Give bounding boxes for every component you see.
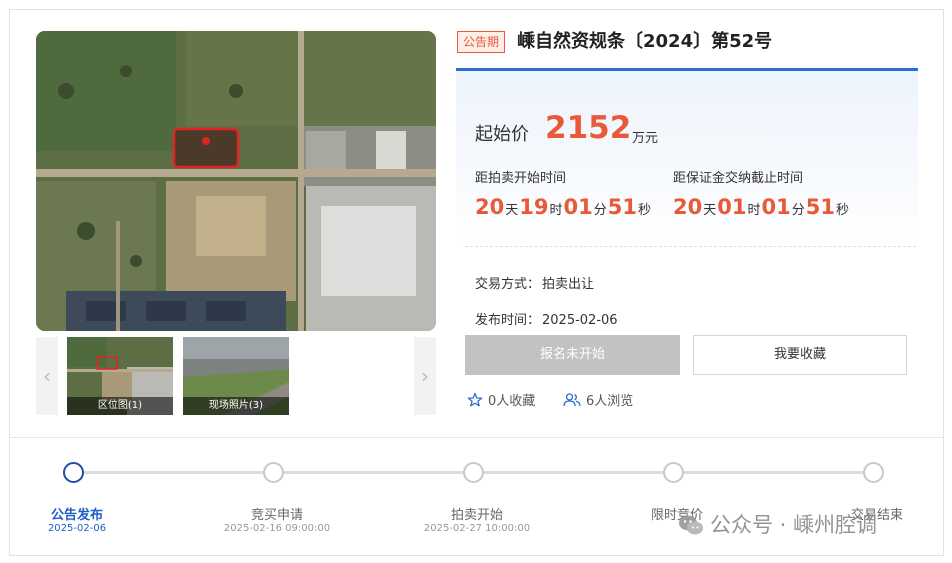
publish-time: 发布时间： 2025-02-06 xyxy=(475,313,618,328)
timeline-step-dot xyxy=(63,462,84,483)
timeline-step-name: 拍卖开始 xyxy=(450,508,503,523)
thumbnail-location-map[interactable]: 区位图(1) xyxy=(67,337,173,415)
divider xyxy=(465,246,916,247)
timeline-step-dot xyxy=(263,462,284,483)
thumbnail-prev-arrow[interactable]: ‹ xyxy=(36,337,58,415)
views-count: 6人浏览 xyxy=(563,392,633,411)
register-button[interactable]: 报名未开始 xyxy=(465,335,680,375)
auction-countdown: 20天19时01分51秒 xyxy=(475,195,651,219)
auction-countdown-label: 距拍卖开始时间 xyxy=(475,171,567,186)
timeline-step-name: 公告发布 xyxy=(50,508,103,523)
thumbnail-caption: 现场照片(3) xyxy=(183,397,289,415)
timeline-step-date: 2025-02-27 10:00:00 xyxy=(423,523,531,534)
starting-price-label: 起始价 xyxy=(475,124,529,145)
favorite-button[interactable]: 我要收藏 xyxy=(693,335,907,375)
thumbnail-site-photo[interactable]: 现场照片(3) xyxy=(183,337,289,415)
status-badge: 公告期 xyxy=(457,31,506,53)
trade-method: 交易方式： 拍卖出让 xyxy=(475,277,595,292)
timeline-step-dot xyxy=(463,462,484,483)
thumbnail-next-arrow[interactable]: › xyxy=(414,337,436,415)
timeline-step-dot xyxy=(663,462,684,483)
price-unit: 万元 xyxy=(632,131,659,146)
wechat-watermark: 公众号 · 嵊州腔调 xyxy=(678,509,877,539)
wechat-icon xyxy=(679,515,703,535)
timeline-step-date: 2025-02-16 09:00:00 xyxy=(223,523,331,534)
price-panel xyxy=(456,68,918,246)
listing-title: 嵊自然资规条〔2024〕第52号 xyxy=(517,31,773,52)
satellite-map-image[interactable] xyxy=(36,31,436,331)
thumbnail-caption: 区位图(1) xyxy=(67,397,173,415)
timeline-step-name: 竞买申请 xyxy=(250,508,303,523)
deposit-countdown: 20天01时01分51秒 xyxy=(673,195,849,219)
timeline-step-dot xyxy=(863,462,884,483)
star-icon xyxy=(467,392,483,407)
starting-price-value: 2152 xyxy=(545,110,632,146)
users-icon xyxy=(563,393,581,407)
deposit-countdown-label: 距保证金交纳截止时间 xyxy=(673,171,804,186)
favorites-count[interactable]: 0人收藏 xyxy=(467,392,535,411)
timeline-step-date: 2025-02-06 xyxy=(47,523,107,534)
section-divider xyxy=(10,437,943,438)
